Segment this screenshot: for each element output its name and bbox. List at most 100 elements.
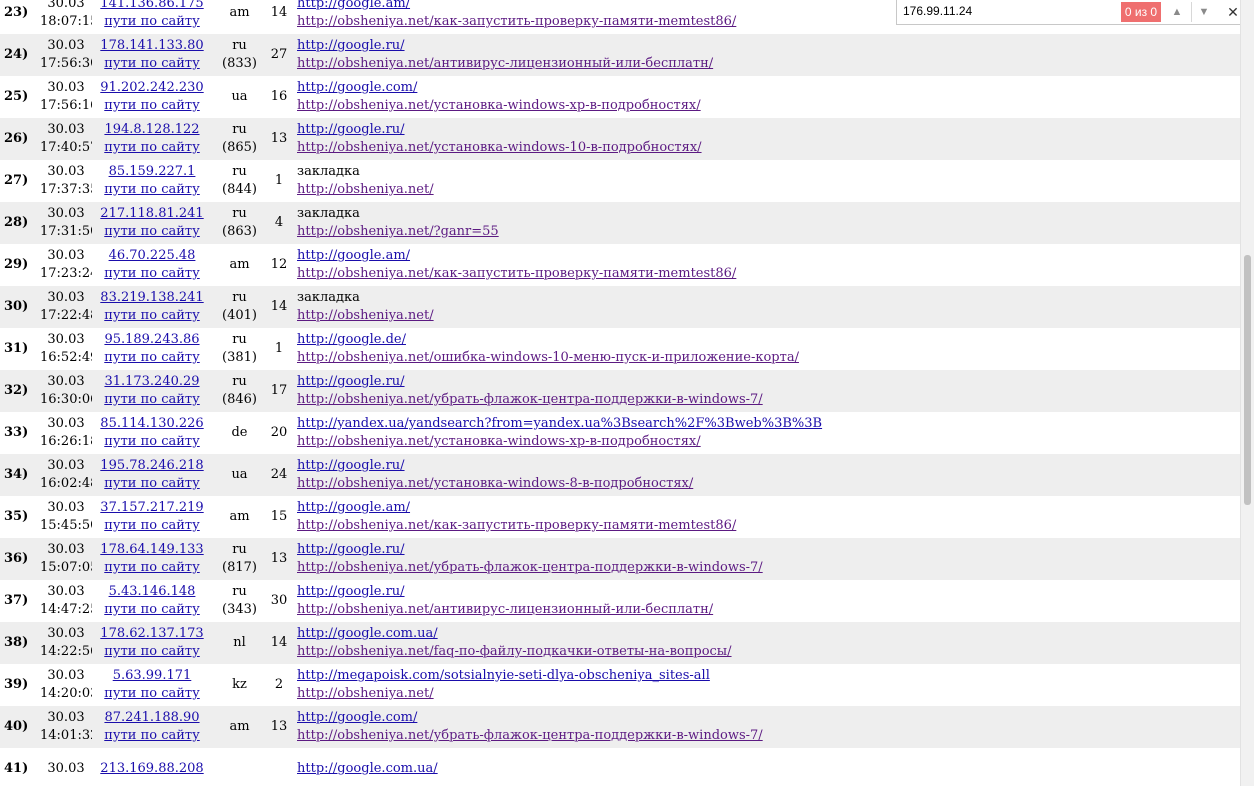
country-cell: ru (401) [212, 286, 267, 328]
visitor-ip-cell: 5.63.99.171 пути по сайту [92, 664, 212, 706]
referrer-link[interactable]: http://yandex.ua/yandsearch?from=yandex.… [297, 415, 1240, 433]
referrer-cell: http://google.am/http://obsheniya.net/ка… [291, 244, 1240, 286]
referrer-link[interactable]: http://google.com.ua/ [297, 760, 1240, 778]
site-paths-link[interactable]: пути по сайту [92, 559, 212, 577]
site-paths-link[interactable]: пути по сайту [92, 727, 212, 745]
landing-page-link[interactable]: http://obsheniya.net/антивирус-лицензион… [297, 55, 1240, 73]
visitor-ip-cell: 178.64.149.133 пути по сайту [92, 538, 212, 580]
landing-page-link[interactable]: http://obsheniya.net/установка-windows-1… [297, 139, 1240, 157]
row-number: 37) [4, 593, 29, 608]
site-paths-link[interactable]: пути по сайту [92, 139, 212, 157]
visitor-ip-link[interactable]: 85.159.227.1 [92, 163, 212, 181]
visitor-ip-link[interactable]: 217.118.81.241 [92, 205, 212, 223]
visit-datetime: 30.03 14:20:03 [40, 664, 92, 706]
referrer-cell: http://yandex.ua/yandsearch?from=yandex.… [291, 412, 1240, 454]
visitor-ip-link[interactable]: 213.169.88.208 [92, 760, 212, 778]
referrer-link[interactable]: http://google.ru/ [297, 373, 1240, 391]
landing-page-link[interactable]: http://obsheniya.net/как-запустить-прове… [297, 517, 1240, 535]
country-code: ru [232, 542, 247, 557]
site-paths-link[interactable]: пути по сайту [92, 265, 212, 283]
row-number: 29) [4, 257, 29, 272]
country-code: am [229, 509, 250, 524]
visitor-ip-link[interactable]: 46.70.225.48 [92, 247, 212, 265]
visitor-ip-link[interactable]: 5.63.99.171 [92, 667, 212, 685]
visit-date: 30.03 [47, 374, 85, 389]
region-code: (863) [222, 224, 257, 239]
landing-page-link[interactable]: http://obsheniya.net/убрать-флажок-центр… [297, 391, 1240, 409]
landing-page-link[interactable]: http://obsheniya.net/установка-windows-x… [297, 97, 1240, 115]
region-code: (865) [222, 140, 257, 155]
visitor-ip-link[interactable]: 83.219.138.241 [92, 289, 212, 307]
scrollbar-thumb[interactable] [1244, 255, 1251, 505]
site-paths-link[interactable]: пути по сайту [92, 13, 212, 31]
visitor-ip-link[interactable]: 95.189.243.86 [92, 331, 212, 349]
landing-page-link[interactable]: http://obsheniya.net/faq-по-файлу-подкач… [297, 643, 1240, 661]
site-paths-link[interactable]: пути по сайту [92, 307, 212, 325]
site-paths-link[interactable]: пути по сайту [92, 55, 212, 73]
visitor-ip-link[interactable]: 141.136.86.175 [92, 0, 212, 13]
referrer-link[interactable]: http://megapoisk.com/sotsialnyie-seti-dl… [297, 667, 1240, 685]
site-paths-link[interactable]: пути по сайту [92, 601, 212, 619]
landing-page-link[interactable]: http://obsheniya.net/убрать-флажок-центр… [297, 727, 1240, 745]
landing-page-link[interactable]: http://obsheniya.net/антивирус-лицензион… [297, 601, 1240, 619]
visitor-ip-cell: 91.202.242.230 пути по сайту [92, 76, 212, 118]
visitor-ip-link[interactable]: 178.64.149.133 [92, 541, 212, 559]
visit-date: 30.03 [47, 38, 85, 53]
referrer-cell: http://google.com.ua/ [291, 748, 1240, 790]
visit-count: 24 [270, 467, 288, 482]
referrer-link[interactable]: http://google.am/ [297, 247, 1240, 265]
visitor-ip-link[interactable]: 195.78.246.218 [92, 457, 212, 475]
country-cell: ru (863) [212, 202, 267, 244]
referrer-link[interactable]: http://google.ru/ [297, 121, 1240, 139]
country-code: ru [232, 38, 247, 53]
visitor-ip-link[interactable]: 85.114.130.226 [92, 415, 212, 433]
visitor-ip-cell: 195.78.246.218 пути по сайту [92, 454, 212, 496]
table-row: 31) 30.03 16:52:4995.189.243.86пути по сай… [0, 328, 1240, 370]
referrer-link[interactable]: http://google.com.ua/ [297, 625, 1240, 643]
chevron-down-icon[interactable]: ▼ [1191, 2, 1216, 22]
find-input[interactable] [901, 2, 1117, 20]
site-paths-link[interactable]: пути по сайту [92, 97, 212, 115]
referrer-cell: http://google.ru/http://obsheniya.net/ан… [291, 580, 1240, 622]
visitor-ip-link[interactable]: 194.8.128.122 [92, 121, 212, 139]
site-paths-link[interactable]: пути по сайту [92, 475, 212, 493]
visitor-ip-link[interactable]: 37.157.217.219 [92, 499, 212, 517]
visitor-ip-cell: 85.114.130.226 пути по сайту [92, 412, 212, 454]
visitor-ip-link[interactable]: 31.173.240.29 [92, 373, 212, 391]
landing-page-link[interactable]: http://obsheniya.net/установка-windows-x… [297, 433, 1240, 451]
referrer-link[interactable]: http://google.ru/ [297, 541, 1240, 559]
site-paths-link[interactable]: пути по сайту [92, 517, 212, 535]
site-paths-link[interactable]: пути по сайту [92, 181, 212, 199]
page-scrollbar[interactable] [1240, 0, 1254, 786]
referrer-link[interactable]: http://google.com/ [297, 79, 1240, 97]
landing-page-link[interactable]: http://obsheniya.net/ [297, 181, 1240, 199]
referrer-link[interactable]: http://google.ru/ [297, 37, 1240, 55]
site-paths-link[interactable]: пути по сайту [92, 433, 212, 451]
visitor-ip-link[interactable]: 87.241.188.90 [92, 709, 212, 727]
landing-page-link[interactable]: http://obsheniya.net/?ganr=55 [297, 223, 1240, 241]
country-cell: ru (844) [212, 160, 267, 202]
landing-page-link[interactable]: http://obsheniya.net/ [297, 685, 1240, 703]
chevron-up-icon[interactable]: ▲ [1165, 2, 1189, 22]
site-paths-link[interactable]: пути по сайту [92, 643, 212, 661]
site-paths-link[interactable]: пути по сайту [92, 685, 212, 703]
landing-page-link[interactable]: http://obsheniya.net/как-запустить-прове… [297, 265, 1240, 283]
referrer-link[interactable]: http://google.ru/ [297, 583, 1240, 601]
visitor-ip-link[interactable]: 5.43.146.148 [92, 583, 212, 601]
landing-page-link[interactable]: http://obsheniya.net/ [297, 307, 1240, 325]
landing-page-link[interactable]: http://obsheniya.net/установка-windows-8… [297, 475, 1240, 493]
site-paths-link[interactable]: пути по сайту [92, 223, 212, 241]
visitor-ip-cell: 85.159.227.1 пути по сайту [92, 160, 212, 202]
referrer-link[interactable]: http://google.ru/ [297, 457, 1240, 475]
site-paths-link[interactable]: пути по сайту [92, 391, 212, 409]
referrer-link[interactable]: http://google.com/ [297, 709, 1240, 727]
visitor-ip-link[interactable]: 178.141.133.80 [92, 37, 212, 55]
landing-page-link[interactable]: http://obsheniya.net/ошибка-windows-10-м… [297, 349, 1240, 367]
site-paths-link[interactable]: пути по сайту [92, 349, 212, 367]
landing-page-link[interactable]: http://obsheniya.net/убрать-флажок-центр… [297, 559, 1240, 577]
visit-count: 12 [270, 257, 288, 272]
referrer-link[interactable]: http://google.am/ [297, 499, 1240, 517]
referrer-link[interactable]: http://google.de/ [297, 331, 1240, 349]
visitor-ip-link[interactable]: 178.62.137.173 [92, 625, 212, 643]
visitor-ip-link[interactable]: 91.202.242.230 [92, 79, 212, 97]
